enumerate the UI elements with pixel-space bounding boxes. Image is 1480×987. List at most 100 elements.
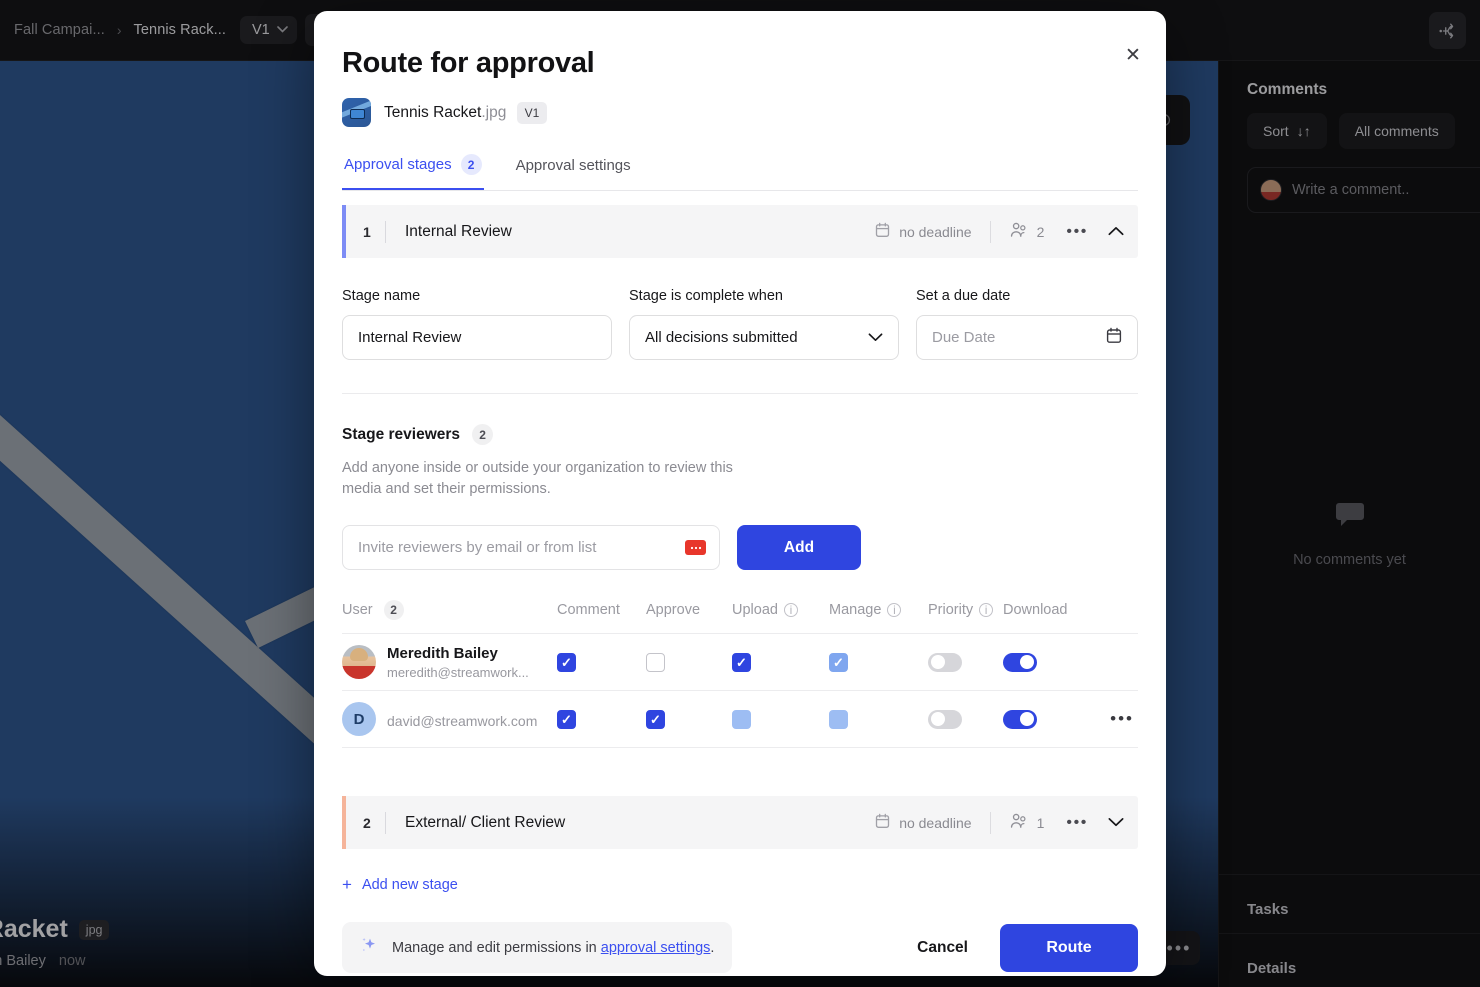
column-user: User 2 [342,600,557,621]
stage-2-people: 1 [1009,813,1045,832]
approve-checkbox[interactable]: ✓ [646,709,665,729]
chevron-down-icon [868,330,883,345]
calendar-icon[interactable] [1106,327,1122,348]
complete-when-field: Stage is complete when All decisions sub… [629,288,899,360]
permission-cell-approve: ✓ [646,709,732,729]
reviewers-table: User 2 Comment Approve Upload i Manage i… [342,600,1138,749]
comment-checkbox[interactable]: ✓ [557,709,576,729]
due-date-input[interactable]: Due Date [916,315,1138,360]
stage-1-header[interactable]: 1 Internal Review no deadline 2 ••• [342,205,1138,258]
tab-approval-settings-label: Approval settings [515,157,631,174]
due-date-field: Set a due date Due Date [916,288,1138,360]
column-upload: Upload i [732,602,829,618]
stage-name-field: Stage name Internal Review [342,288,612,360]
permissions-banner: Manage and edit permissions in approval … [342,922,733,974]
permission-cell-priority [928,652,1003,672]
reviewer-name: Meredith Bailey [387,644,498,662]
due-date-label: Set a due date [916,288,1011,304]
stage-name-label: Stage name [342,288,421,304]
stage-1-form: Stage name Internal Review Stage is comp… [342,288,1138,360]
divider [385,811,386,834]
column-user-label: User [342,602,373,619]
due-date-placeholder: Due Date [932,329,996,346]
file-name-text: Tennis Racket [384,103,482,121]
invite-reviewers-input[interactable]: Invite reviewers by email or from list [342,525,720,571]
add-new-stage-button[interactable]: + Add new stage [342,875,1138,895]
stage-1-number: 1 [363,223,371,240]
stage-2-more-button[interactable]: ••• [1066,814,1088,832]
approve-checkbox[interactable] [646,652,665,672]
divider [989,811,991,834]
plus-icon: + [342,875,352,895]
upload-checkbox[interactable]: ✓ [732,652,751,672]
download-toggle[interactable] [1003,652,1037,672]
info-icon[interactable]: i [979,603,994,618]
manage-checkbox[interactable]: ✓ [829,652,848,672]
column-approve-label: Approve [646,602,701,619]
upload-checkbox[interactable] [732,709,751,729]
stage-1-deadline: no deadline [875,222,972,241]
calendar-icon [875,222,890,241]
stage-reviewers-description: Add anyone inside or outside your organi… [342,460,733,498]
permission-cell-manage [829,709,928,729]
permission-cell-comment: ✓ [557,709,646,729]
stage-1-more-button[interactable]: ••• [1066,223,1088,241]
permission-cell-download [1003,709,1089,729]
cursor-presence-indicator [685,540,706,556]
stage-2-deadline: no deadline [875,813,972,832]
add-reviewer-button[interactable]: Add [737,525,861,571]
stage-1-name: Internal Review [405,222,512,240]
complete-when-select[interactable]: All decisions submitted [629,315,899,360]
route-for-approval-dialog: ✕ Route for approval Tennis Racket.jpg V… [314,11,1166,976]
file-version-badge: V1 [516,101,548,124]
tab-approval-stages-badge: 2 [460,154,482,175]
column-priority: Priority i [928,602,1003,618]
stage-2-deadline-text: no deadline [899,814,972,831]
comment-checkbox[interactable]: ✓ [557,652,576,672]
invite-reviewers-row: Invite reviewers by email or from list A… [342,525,1138,571]
column-manage-label: Manage [829,602,882,619]
complete-when-label: Stage is complete when [629,288,783,304]
divider [385,220,386,243]
stage-1-people: 2 [1009,222,1044,241]
column-approve: Approve [646,602,732,618]
reviewer-email: meredith@streamwork... [387,664,529,680]
reviewer-identity: Meredith Bailey meredith@streamwork... [342,645,557,680]
stage-reviewers-title: Stage reviewers [342,425,461,443]
tab-approval-stages[interactable]: Approval stages 2 [342,154,484,190]
stage-1-collapse-icon[interactable] [1108,223,1124,240]
stage-name-input[interactable]: Internal Review [342,315,612,360]
priority-toggle[interactable] [928,652,962,672]
row-more-button[interactable]: ••• [1110,709,1138,729]
download-toggle[interactable] [1003,709,1037,729]
stage-reviewers-heading: Stage reviewers 2 [342,424,1138,445]
screen: Fall Campai... › Tennis Rack... V1 + is … [0,0,1480,987]
sparkle-icon [360,935,380,960]
permission-cell-manage: ✓ [829,652,928,672]
info-icon[interactable]: i [887,603,902,618]
close-icon[interactable]: ✕ [1120,42,1146,68]
permission-cell-approve [646,652,732,672]
calendar-icon [875,813,890,832]
route-button[interactable]: Route [1000,923,1138,972]
stage-2-people-count: 1 [1036,814,1045,831]
manage-checkbox[interactable] [829,709,848,729]
dialog-tabs: Approval stages 2 Approval settings [342,154,1138,191]
stage-2-header[interactable]: 2 External/ Client Review no deadline 1 … [342,796,1138,850]
cancel-button[interactable]: Cancel [899,939,986,957]
add-new-stage-label: Add new stage [361,877,458,894]
stage-2-expand-icon[interactable] [1108,814,1124,831]
approval-settings-link[interactable]: approval settings [601,940,711,956]
tab-approval-settings[interactable]: Approval settings [514,154,633,190]
avatar: D [342,702,376,737]
invite-reviewers-placeholder: Invite reviewers by email or from list [358,539,597,557]
people-icon [1009,222,1028,241]
column-comment: Comment [557,602,646,618]
permissions-banner-text: Manage and edit permissions in approval … [392,940,714,956]
dialog-footer: Manage and edit permissions in approval … [342,922,1138,974]
table-row: Meredith Bailey meredith@streamwork... ✓… [342,634,1138,692]
column-download-label: Download [1003,602,1068,619]
permission-cell-priority [928,709,1003,729]
priority-toggle[interactable] [928,709,962,729]
info-icon[interactable]: i [783,603,798,618]
